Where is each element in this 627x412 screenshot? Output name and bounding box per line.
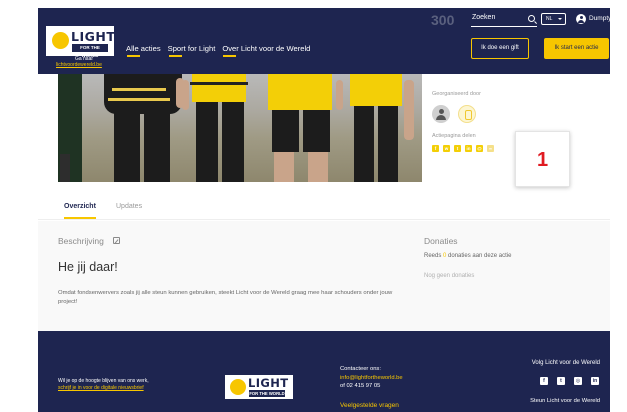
contact-email-link[interactable]: info@lightfortheworld.be (340, 375, 403, 381)
newsletter-link[interactable]: schrijf je in voor de digitale nieuwsbri… (58, 385, 144, 391)
language-value: NL (546, 16, 553, 22)
content-tabs: Overzicht Updates (38, 196, 610, 220)
follow-label: Volg Licht voor de Wereld (531, 360, 600, 366)
twitter-icon[interactable]: t (454, 145, 461, 152)
facebook-icon[interactable]: f (432, 145, 439, 152)
user-avatar-icon[interactable] (576, 14, 586, 24)
search-input[interactable]: Zoeken (471, 14, 537, 27)
sun-icon (230, 379, 246, 395)
faq-link[interactable]: Veelgestelde vragen (340, 402, 399, 409)
logo-text: LIGHT (71, 29, 116, 44)
share-label: Actiepagina delen (432, 133, 476, 139)
description-label: Beschrijving (58, 236, 104, 246)
user-name[interactable]: Dumpty (589, 15, 611, 22)
donate-gift-button[interactable]: Ik doe een gift (471, 38, 529, 59)
link-icon[interactable]: ∞ (487, 145, 494, 152)
nav-item-all-actions[interactable]: Alle acties (126, 44, 161, 57)
start-action-button[interactable]: Ik start een actie (544, 38, 609, 59)
logo-subtext: FOR THE WORLD (72, 44, 108, 58)
main-nav: Alle acties Sport for Light Over Licht v… (126, 44, 310, 57)
nav-item-about[interactable]: Over Licht voor de Wereld (222, 44, 310, 57)
newsletter-line: Wil je op de hoogte blijven van ons werk… (58, 378, 149, 384)
email-icon[interactable]: @ (476, 145, 483, 152)
contact-label: Contacteer ons: (340, 366, 381, 372)
no-donations-text: Nog geen donaties (424, 273, 475, 279)
donations-suffix: donaties aan deze actie (448, 253, 512, 259)
contact-phone: of 02 415 97 05 (340, 383, 381, 389)
edit-icon[interactable] (113, 237, 120, 244)
organiser-avatar[interactable] (432, 105, 450, 123)
donations-prefix: Reeds (424, 253, 442, 259)
tab-overview[interactable]: Overzicht (64, 203, 96, 219)
annotation-badge: 1 (515, 131, 570, 187)
organised-by-label: Georganiseerd door (432, 91, 481, 97)
linkedin-icon[interactable]: in (591, 377, 599, 385)
newsletter-text: Wil je op de hoogte blijven van ons werk… (58, 378, 149, 392)
description-text: Omdat fondsenwervers zoals jij alle steu… (58, 290, 393, 305)
campaign-hero-image (58, 74, 422, 182)
whatsapp-icon[interactable]: w (443, 145, 450, 152)
description-heading: He jij daar! (58, 260, 118, 274)
footer-logo[interactable]: LIGHT FOR THE WORLD (225, 375, 293, 399)
search-placeholder: Zoeken (472, 14, 496, 21)
facebook-icon[interactable]: f (540, 377, 548, 385)
share-icons: f w t in @ ∞ (432, 145, 494, 152)
twitter-icon[interactable]: t (557, 377, 565, 385)
collected-counter: 300 (431, 12, 455, 28)
goto-site-link[interactable]: lichtvoordewereld.be (56, 62, 102, 68)
donations-count: 0 (443, 253, 447, 259)
language-select[interactable]: NL (541, 13, 566, 25)
light-for-the-world-logo[interactable]: LIGHT FOR THE WORLD (46, 26, 116, 58)
footer-logo-subtext: FOR THE WORLD (249, 390, 285, 397)
content-area (38, 221, 610, 331)
contact-block: Contacteer ons: info@lightfortheworld.be… (340, 365, 403, 391)
footer-social-icons: f t ◎ in (540, 377, 599, 385)
nav-item-sport-for-light[interactable]: Sport for Light (168, 44, 215, 57)
chevron-down-icon (558, 18, 562, 20)
site-footer: Wil je op de hoogte blijven van ons werk… (38, 331, 610, 412)
linkedin-icon[interactable]: in (465, 145, 472, 152)
site-header: LIGHT FOR THE WORLD Ga naar lichtvoordew… (38, 8, 611, 74)
sun-icon (52, 32, 69, 49)
search-icon[interactable] (528, 15, 535, 22)
organiser-badge-icon[interactable] (458, 105, 476, 123)
support-label: Steun Licht voor de Wereld (530, 398, 600, 404)
donations-label: Donaties (424, 236, 458, 246)
footer-logo-text: LIGHT (248, 376, 289, 390)
instagram-icon[interactable]: ◎ (574, 377, 582, 385)
donations-summary: Reeds 0 donaties aan deze actie (424, 253, 511, 259)
tab-updates[interactable]: Updates (116, 203, 142, 210)
